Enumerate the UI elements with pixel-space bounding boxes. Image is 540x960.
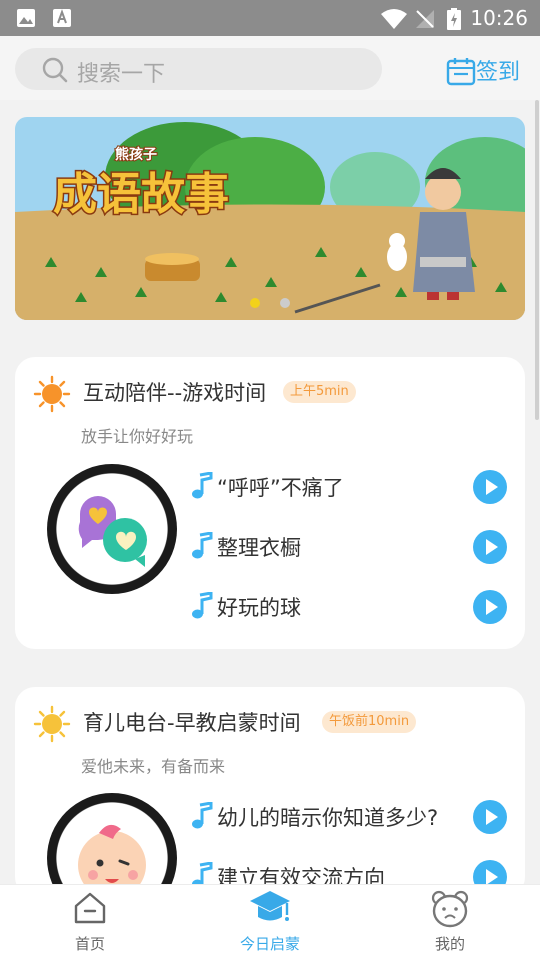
- time-tag: 午饭前10min: [322, 711, 417, 733]
- checkin-button[interactable]: 签到: [446, 54, 528, 88]
- checkin-label: 签到: [476, 60, 521, 85]
- play-button[interactable]: [473, 590, 507, 624]
- music-note-icon: [191, 591, 213, 624]
- banner-title: 成语故事: [53, 169, 229, 220]
- track-title: 幼儿的暗示你知道多少?: [217, 806, 439, 830]
- bottom-tab-bar: 首页 今日启蒙 我的: [0, 884, 540, 960]
- track-item[interactable]: “呼呼”不痛了: [191, 470, 511, 504]
- music-note-icon: [191, 531, 213, 564]
- image-notification-icon: [16, 8, 36, 32]
- section-card-interactive-play: 互动陪伴--游戏时间 上午5min 放手让你好好玩 “呼呼”不痛了 整理衣橱 好…: [15, 357, 525, 649]
- search-placeholder: 搜索一下: [77, 62, 166, 87]
- status-bar: 10:26: [0, 0, 540, 36]
- tab-today-enlightenment[interactable]: 今日启蒙: [180, 885, 360, 960]
- track-item[interactable]: 幼儿的暗示你知道多少?: [191, 800, 511, 834]
- section-title: 育儿电台-早教启蒙时间: [83, 711, 301, 735]
- battery-charging-icon: [447, 8, 461, 34]
- chat-hearts-icon: [78, 496, 147, 567]
- bear-face-icon: [430, 889, 470, 933]
- search-icon: [41, 56, 69, 88]
- play-button[interactable]: [473, 800, 507, 834]
- search-bar[interactable]: 搜索一下: [15, 48, 382, 90]
- track-item[interactable]: 整理衣橱: [191, 530, 511, 564]
- track-title: 整理衣橱: [217, 536, 301, 560]
- wifi-icon: [380, 8, 408, 34]
- play-button[interactable]: [473, 530, 507, 564]
- tab-label: 首页: [74, 935, 105, 953]
- tab-label: 今日启蒙: [239, 935, 300, 953]
- scrollbar[interactable]: [535, 100, 539, 420]
- track-title: “呼呼”不痛了: [217, 476, 344, 500]
- top-header: 搜索一下 签到: [0, 36, 540, 100]
- section-subtitle: 爱他未来，有备而来: [81, 757, 226, 776]
- clock-time: 10:26: [470, 6, 528, 30]
- promo-banner[interactable]: 成语故事 熊孩子: [15, 117, 525, 320]
- tab-label: 我的: [434, 935, 465, 953]
- play-icon: [486, 809, 498, 825]
- calendar-icon: [446, 56, 476, 90]
- font-notification-icon: [52, 8, 72, 32]
- graduation-cap-icon: [249, 889, 291, 933]
- tab-home[interactable]: 首页: [0, 885, 180, 960]
- play-icon: [486, 539, 498, 555]
- track-item[interactable]: 好玩的球: [191, 590, 511, 624]
- no-signal-icon: [414, 8, 436, 34]
- play-icon: [486, 599, 498, 615]
- album-disc: [47, 464, 177, 594]
- section-subtitle: 放手让你好好玩: [81, 427, 194, 446]
- home-icon: [71, 889, 109, 931]
- play-button[interactable]: [473, 470, 507, 504]
- tab-mine[interactable]: 我的: [360, 885, 540, 960]
- time-tag: 上午5min: [283, 381, 356, 403]
- track-title: 好玩的球: [217, 596, 301, 620]
- sun-icon: [33, 375, 71, 417]
- music-note-icon: [191, 471, 213, 504]
- banner-brand: 熊孩子: [115, 146, 157, 163]
- sun-icon: [33, 705, 71, 747]
- section-card-radio: 育儿电台-早教启蒙时间 午饭前10min 爱他未来，有备而来 幼儿的暗示你知道多…: [15, 687, 525, 923]
- play-icon: [486, 479, 498, 495]
- music-note-icon: [191, 801, 213, 834]
- section-title: 互动陪伴--游戏时间: [83, 381, 267, 405]
